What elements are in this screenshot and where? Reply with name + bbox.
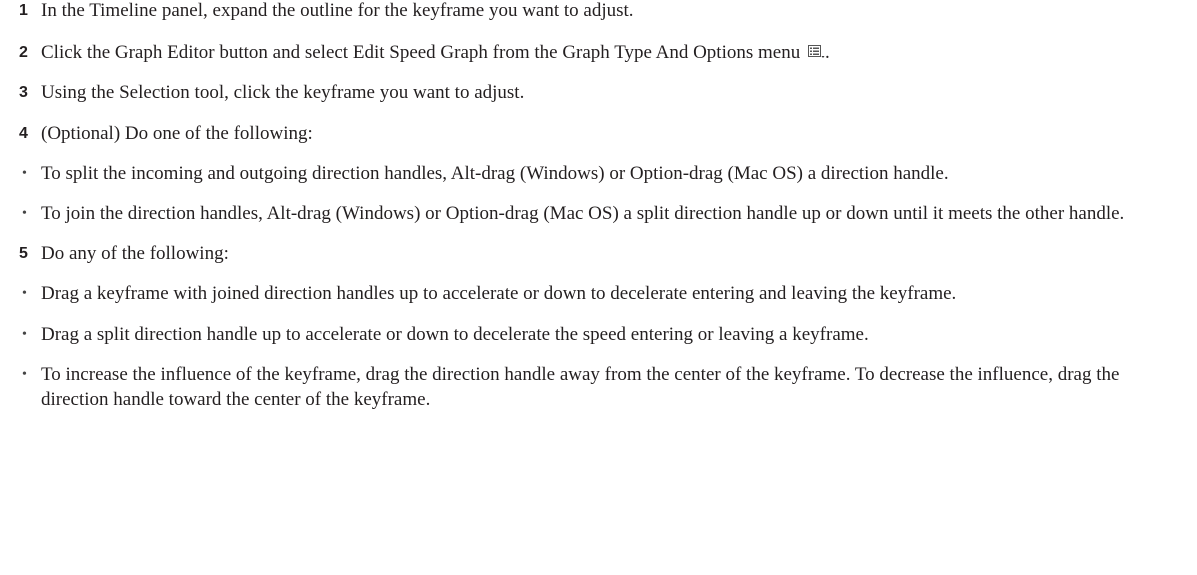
step-text: Using the Selection tool, click the keyf… — [41, 82, 525, 104]
bullet-marker: • — [22, 326, 27, 342]
step-text: In the Timeline panel, expand the outlin… — [41, 0, 634, 21]
instructions: 1 In the Timeline panel, expand the outl… — [18, 0, 1188, 427]
step-5: 5 Do any of the following: — [18, 241, 1188, 266]
bullet-marker: • — [22, 366, 27, 382]
step-1: 1 In the Timeline panel, expand the outl… — [18, 0, 1188, 23]
step-2: 2 Click the Graph Editor button and sele… — [18, 40, 1188, 65]
bullet-text: To increase the influence of the keyfram… — [41, 363, 1120, 410]
step-text: Do any of the following: — [41, 243, 229, 265]
bullet-item: • To increase the influence of the keyfr… — [18, 362, 1188, 412]
step-3: 3 Using the Selection tool, click the ke… — [18, 80, 1188, 105]
bullet-item: • Drag a split direction handle up to ac… — [18, 322, 1188, 347]
step-number: 3 — [19, 84, 28, 102]
bullet-item: • To join the direction handles, Alt-dra… — [18, 201, 1188, 226]
step-text: Click the Graph Editor button and select… — [41, 42, 801, 64]
bullet-marker: • — [22, 286, 27, 302]
step-number: 5 — [19, 245, 28, 263]
bullet-text: To join the direction handles, Alt-drag … — [41, 202, 1125, 224]
bullet-marker: • — [22, 205, 27, 221]
step-text: (Optional) Do one of the following: — [41, 122, 313, 144]
bullet-item: • To split the incoming and outgoing dir… — [18, 161, 1188, 186]
step-number: 1 — [19, 2, 28, 19]
graph-type-options-menu-icon — [807, 45, 825, 59]
bullet-text: Drag a keyframe with joined direction ha… — [41, 283, 957, 305]
bullet-text: To split the incoming and outgoing direc… — [41, 162, 949, 184]
bullet-item: • Drag a keyframe with joined direction … — [18, 281, 1188, 306]
step-4: 4 (Optional) Do one of the following: — [18, 121, 1188, 146]
step-number: 2 — [19, 44, 28, 62]
step-number: 4 — [19, 124, 28, 142]
step-text-end: . — [824, 42, 830, 64]
bullet-marker: • — [22, 165, 27, 181]
bullet-text: Drag a split direction handle up to acce… — [41, 323, 869, 345]
